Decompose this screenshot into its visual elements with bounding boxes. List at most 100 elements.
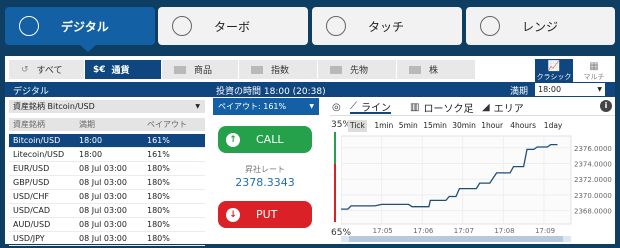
asset-expiry: 08 Jul 03:00 bbox=[79, 220, 127, 229]
payout-select[interactable]: ペイアウト: 161% ▼ bbox=[213, 98, 319, 115]
call-button[interactable]: ↑ CALL bbox=[218, 126, 312, 153]
asset-select-value: 資産銘柄 Bitcoin/USD bbox=[13, 102, 95, 111]
view-multi-button[interactable]: ▦ マルチ bbox=[577, 59, 611, 82]
chevron-down-icon: ▼ bbox=[597, 86, 602, 93]
settings-icon: ◎ bbox=[332, 101, 341, 113]
tab-turbo-label: ターボ bbox=[214, 19, 251, 34]
asset-row[interactable]: AUD/USD 08 Jul 03:00 180% bbox=[9, 218, 205, 232]
info-bar: デジタル 投資の時間 18:00 (20:38) 満期 18:00 ▼ bbox=[5, 82, 615, 97]
expiry-label: 満期 bbox=[510, 87, 529, 97]
category-label: 通貨 bbox=[111, 66, 130, 76]
put-button[interactable]: ↓ PUT bbox=[218, 201, 312, 228]
interval-button[interactable]: 5min bbox=[397, 120, 420, 132]
category-label: 株 bbox=[429, 66, 439, 76]
navigator-window bbox=[349, 236, 563, 242]
asset-payout: 180% bbox=[147, 206, 170, 215]
view-label: クラシック bbox=[536, 73, 572, 81]
chart-settings-button[interactable]: ◎ bbox=[332, 100, 345, 114]
area-chart-icon: ◢ bbox=[482, 101, 490, 113]
category-tab-currency[interactable]: $€ 通貨 bbox=[85, 60, 161, 79]
interval-button[interactable]: Tick bbox=[348, 120, 367, 132]
asset-expiry: 08 Jul 03:00 bbox=[79, 164, 127, 173]
currency-icon: $€ bbox=[93, 64, 106, 75]
globe-icon bbox=[19, 16, 39, 36]
interval-button[interactable]: 1hour bbox=[479, 120, 505, 132]
price-chart: 2376.0000 2374.0000 2372.0000 2370.0000 2368… bbox=[341, 135, 612, 242]
asset-payout: 161% bbox=[147, 150, 170, 159]
bar-title: デジタル bbox=[13, 87, 49, 97]
asset-asset: USD/JPY bbox=[13, 234, 45, 243]
asset-payout: 180% bbox=[147, 234, 170, 243]
interval-button[interactable]: 1day bbox=[542, 120, 565, 132]
asset-row[interactable]: Bitcoin/USD 18:00 161% bbox=[9, 134, 205, 148]
asset-select[interactable]: 資産銘柄 Bitcoin/USD ▼ bbox=[9, 100, 205, 113]
range-icon bbox=[480, 16, 500, 36]
category-label: 商品 bbox=[194, 66, 213, 76]
trading-panel: ↺ すべて $€ 通貨 商品 指数 先物 株 📈 クラシック ▦ マルチ デジタ… bbox=[5, 56, 615, 246]
category-label: 指数 bbox=[271, 66, 290, 76]
tab-digital-label: デジタル bbox=[61, 19, 109, 34]
asset-row[interactable]: GBP/USD 08 Jul 03:00 180% bbox=[9, 176, 205, 190]
chart-icon bbox=[251, 65, 263, 74]
tab-turbo[interactable]: ターボ bbox=[158, 7, 308, 45]
category-label: すべて bbox=[36, 66, 63, 76]
header-asset[interactable]: 資産銘柄 bbox=[13, 119, 45, 130]
bars-icon bbox=[174, 65, 186, 74]
sentiment-down-bar bbox=[334, 163, 336, 222]
arrow-down-icon: ↓ bbox=[226, 207, 240, 222]
tab-range-label: レンジ bbox=[522, 19, 559, 34]
asset-payout: 180% bbox=[147, 164, 170, 173]
asset-row[interactable]: USD/CAD 08 Jul 03:00 180% bbox=[9, 204, 205, 218]
interval-button[interactable]: 30min bbox=[450, 120, 478, 132]
view-label: マルチ bbox=[583, 73, 605, 81]
header-expiry[interactable]: 満期 bbox=[79, 119, 95, 130]
y-tick-label: 2372.0000 bbox=[574, 176, 612, 184]
asset-expiry: 08 Jul 03:00 bbox=[79, 206, 127, 215]
candle-chart-label: ローソク足 bbox=[423, 103, 474, 115]
x-tick-label: 17:08 bbox=[494, 227, 514, 235]
asset-row[interactable]: USD/CHF 08 Jul 03:00 180% bbox=[9, 190, 205, 204]
category-tab-commodities[interactable]: 商品 bbox=[162, 60, 238, 79]
asset-row[interactable]: EUR/USD 08 Jul 03:00 180% bbox=[9, 162, 205, 176]
category-label: 先物 bbox=[350, 66, 369, 76]
candle-chart-button[interactable]: ▥ ローソク足 bbox=[410, 100, 474, 115]
line-chart-button[interactable]: ⟋ ライン bbox=[350, 100, 391, 114]
asset-expiry: 18:00 bbox=[79, 136, 103, 145]
category-tab-all[interactable]: ↺ すべて bbox=[9, 60, 84, 79]
info-icon[interactable]: i bbox=[600, 100, 612, 112]
tab-digital[interactable]: デジタル bbox=[5, 7, 155, 45]
interval-button[interactable]: 4hours bbox=[508, 120, 538, 132]
category-tab-futures[interactable]: 先物 bbox=[318, 60, 396, 79]
tab-touch[interactable]: タッチ bbox=[312, 7, 462, 45]
chevron-down-icon: ▼ bbox=[195, 103, 200, 110]
y-tick-label: 2370.0000 bbox=[574, 192, 612, 200]
asset-list-header: 資産銘柄 満期 ペイアウト bbox=[9, 118, 205, 131]
asset-payout: 180% bbox=[147, 178, 170, 187]
chevron-down-icon: ▼ bbox=[309, 103, 314, 110]
asset-expiry: 08 Jul 03:00 bbox=[79, 234, 127, 243]
asset-row[interactable]: Litecoin/USD 18:00 161% bbox=[9, 148, 205, 162]
x-tick-label: 17:09 bbox=[535, 227, 555, 235]
grid-icon: ▦ bbox=[589, 61, 599, 72]
sentiment-up-bar bbox=[334, 132, 336, 164]
asset-asset: GBP/USD bbox=[13, 178, 50, 187]
tab-range[interactable]: レンジ bbox=[466, 7, 615, 45]
asset-payout: 180% bbox=[147, 220, 170, 229]
asset-asset: Litecoin/USD bbox=[13, 150, 65, 159]
asset-row[interactable]: USD/JPY 08 Jul 03:00 180% bbox=[9, 232, 205, 246]
candlestick-icon: ▥ bbox=[410, 101, 420, 113]
header-payout[interactable]: ペイアウト bbox=[147, 119, 187, 130]
y-tick-label: 2368.0000 bbox=[574, 208, 612, 216]
rate-label: 昇社レート bbox=[245, 165, 285, 174]
interval-button[interactable]: 15min bbox=[421, 120, 449, 132]
rate-value: 2378.3343 bbox=[235, 176, 295, 189]
interval-button[interactable]: 1min bbox=[372, 120, 395, 132]
area-chart-button[interactable]: ◢ エリア bbox=[482, 100, 524, 115]
category-tab-stocks[interactable]: 株 bbox=[397, 60, 475, 79]
line-chart-icon: ⟋ bbox=[350, 100, 357, 112]
view-classic-button[interactable]: 📈 クラシック bbox=[535, 59, 573, 82]
category-tab-indices[interactable]: 指数 bbox=[239, 60, 317, 79]
expiry-select[interactable]: 18:00 ▼ bbox=[535, 83, 605, 96]
refresh-icon: ↺ bbox=[21, 64, 29, 75]
clock-icon bbox=[172, 16, 192, 36]
